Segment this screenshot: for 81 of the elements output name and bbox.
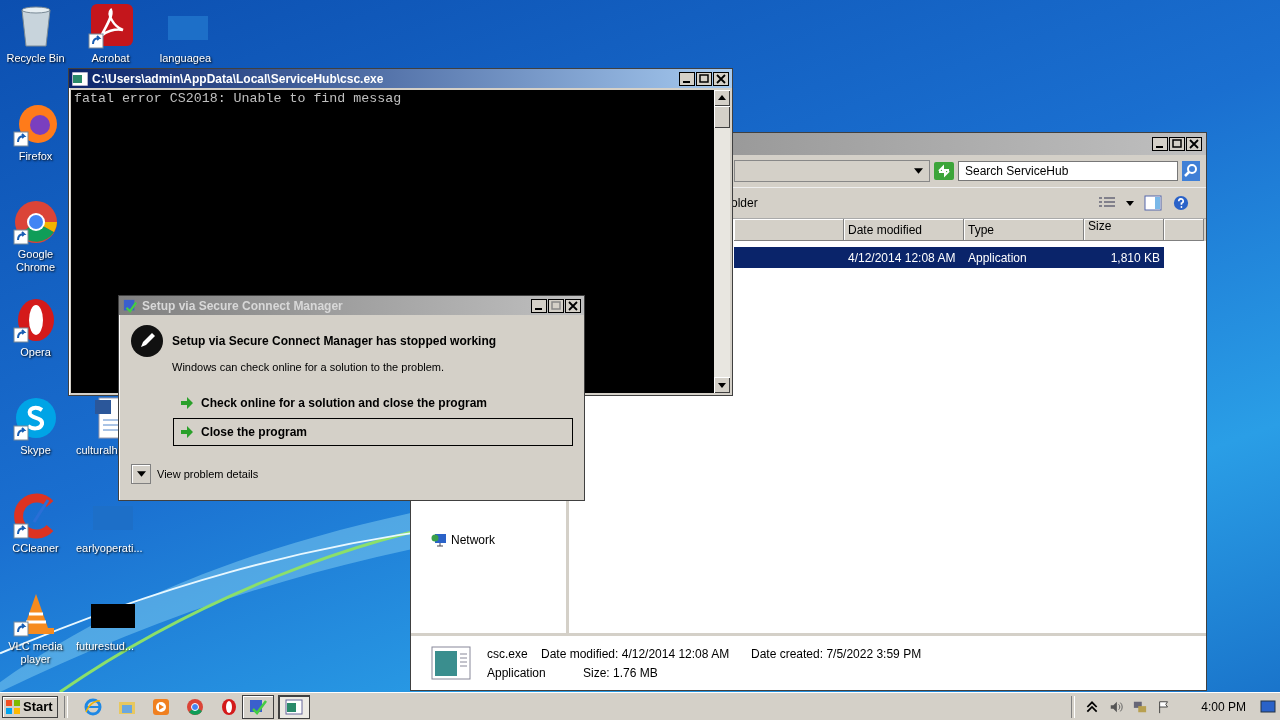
console-icon xyxy=(284,698,303,715)
field-value: 7/5/2022 3:59 PM xyxy=(826,646,922,661)
media-icon[interactable] xyxy=(151,697,170,716)
table-cell-text: Application xyxy=(967,250,1028,265)
field-label: Size: xyxy=(583,665,610,680)
minimize-button[interactable] xyxy=(1152,137,1168,151)
close-button[interactable] xyxy=(713,71,729,86)
icon-label: Firefox xyxy=(18,150,53,163)
preview-pane-icon[interactable] xyxy=(1144,195,1162,211)
expand-button[interactable] xyxy=(131,464,151,484)
icon-label: Acrobat xyxy=(91,52,130,65)
flag-icon[interactable] xyxy=(1157,699,1172,714)
command-link[interactable]: Check online for a solution and close the program xyxy=(173,389,573,417)
icon-label: Skype xyxy=(20,444,51,457)
close-button[interactable] xyxy=(1186,137,1202,151)
nav-item[interactable]: Network xyxy=(431,533,566,547)
column-header[interactable] xyxy=(734,219,844,241)
details-link[interactable]: View problem details xyxy=(157,468,259,480)
opera-icon[interactable] xyxy=(219,697,238,716)
setup-task-button[interactable] xyxy=(241,694,274,719)
arrow-icon xyxy=(180,396,194,410)
icon-label: earlyoperati... xyxy=(76,542,143,555)
table-cell-text: 4/12/2014 12:08 AM xyxy=(847,250,957,265)
setup-icon xyxy=(122,298,138,313)
window-title: C:\Users\admin\AppData\Local\ServiceHub\csc.exe xyxy=(92,71,384,86)
maximize-button[interactable] xyxy=(548,298,564,313)
column-header[interactable]: Type xyxy=(964,219,1084,241)
dialog-heading: Setup via Secure Connect Manager has stopped working xyxy=(172,334,497,348)
application-icon xyxy=(431,646,471,680)
caret-icon xyxy=(136,471,146,477)
command-link[interactable]: Close the program xyxy=(173,418,573,446)
scroll-down-button[interactable] xyxy=(714,377,730,393)
pencil-icon xyxy=(131,325,163,357)
acrobat-icon[interactable] xyxy=(86,2,135,50)
file-row[interactable]: 4/12/2014 12:08 AM Application 1,810 KB xyxy=(734,247,1164,268)
maximize-button[interactable] xyxy=(696,71,712,86)
arrow-icon xyxy=(180,425,194,439)
close-button[interactable] xyxy=(565,298,581,313)
icon-label: Opera xyxy=(20,346,51,359)
file-name: csc.exe xyxy=(487,646,529,661)
search-icon[interactable] xyxy=(1182,161,1200,181)
icon-label: languagea xyxy=(159,52,212,65)
chevron-up-icon[interactable] xyxy=(1085,699,1100,714)
dropdown-arrow-icon[interactable] xyxy=(914,168,923,174)
field-value: 1.76 MB xyxy=(613,665,658,680)
field-label: Date created: xyxy=(751,646,824,661)
scrollbar-thumb[interactable] xyxy=(714,106,730,128)
chrome-icon[interactable] xyxy=(185,697,204,716)
icon-label: Recycle Bin xyxy=(6,52,65,65)
column-header[interactable] xyxy=(1164,219,1204,241)
minimize-button[interactable] xyxy=(531,298,547,313)
column-header[interactable]: Size xyxy=(1084,219,1164,241)
help-icon[interactable] xyxy=(1172,195,1190,211)
console-task-button[interactable] xyxy=(277,694,310,719)
network-icon xyxy=(431,533,447,547)
icon-label: CCleaner xyxy=(12,542,59,555)
network-icon[interactable] xyxy=(1133,699,1148,714)
search-field[interactable]: Search ServiceHub xyxy=(958,161,1178,181)
dialog-message: Windows can check online for a solution to the problem. xyxy=(172,361,446,373)
clock: 4:00 PM xyxy=(1201,699,1246,714)
windows-logo-icon xyxy=(5,698,21,715)
setup-icon xyxy=(248,698,267,715)
field-label: Date modified: xyxy=(541,646,619,661)
speaker-icon[interactable] xyxy=(1109,699,1124,714)
table-cell-text: 1,810 KB xyxy=(1109,250,1161,265)
console-output: fatal error CS2018: Unable to find messag xyxy=(74,92,403,106)
start-button[interactable]: Start xyxy=(2,695,58,718)
column-header[interactable]: Date modified xyxy=(844,219,964,241)
icon-label: culturalh xyxy=(76,444,118,457)
window-title: Setup via Secure Connect Manager xyxy=(142,298,343,313)
chrome-icon[interactable] xyxy=(11,198,60,246)
scroll-up-button[interactable] xyxy=(714,90,730,106)
console-icon xyxy=(72,71,88,86)
minimize-button[interactable] xyxy=(679,71,695,86)
maximize-button[interactable] xyxy=(1169,137,1185,151)
icon-label: futurestud... xyxy=(76,640,135,653)
dropdown-arrow-icon[interactable] xyxy=(1126,200,1134,206)
field-value: 4/12/2014 12:08 AM xyxy=(621,646,730,661)
refresh-icon[interactable] xyxy=(934,162,954,180)
show-desktop-button[interactable] xyxy=(1260,699,1276,714)
icon-label: Google Chrome xyxy=(14,248,57,274)
